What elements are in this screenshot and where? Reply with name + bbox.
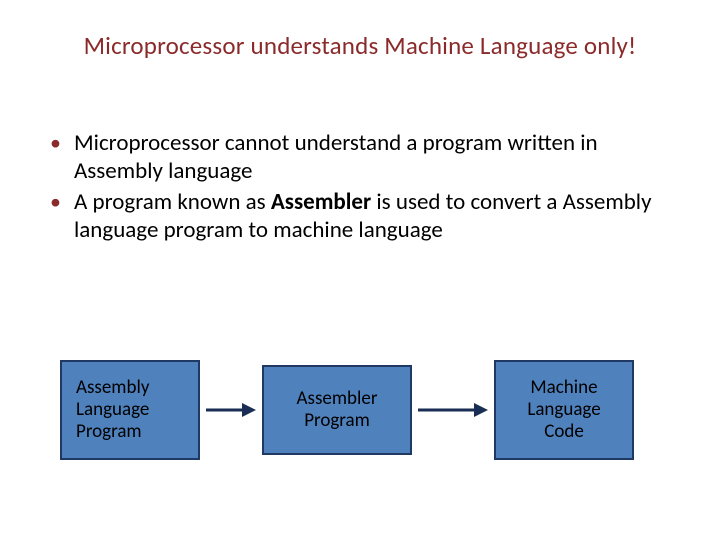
box-assembler-program: Assembler Program — [262, 365, 412, 455]
bullet-item-2: A program known as Assembler is used to … — [40, 189, 680, 244]
bullet-text-1: Microprocessor cannot understand a progr… — [74, 129, 598, 185]
arrow-icon — [206, 400, 256, 420]
box-label-1: Assembly Language Program — [76, 377, 184, 443]
bullet-text-2-pre: A program known as — [74, 188, 271, 216]
arrow-icon — [418, 400, 488, 420]
bullet-item-1: Microprocessor cannot understand a progr… — [40, 130, 680, 185]
bullet-text-2-bold: Assembler — [271, 188, 371, 216]
slide-title: Microprocessor understands Machine Langu… — [0, 30, 720, 61]
slide: Microprocessor understands Machine Langu… — [0, 0, 720, 540]
box-label-3: Machine Language Code — [506, 377, 622, 443]
flow-diagram: Assembly Language Program Assembler Prog… — [60, 350, 680, 470]
bullet-list: Microprocessor cannot understand a progr… — [40, 130, 680, 248]
box-assembly-language-program: Assembly Language Program — [60, 360, 200, 460]
box-label-2: Assembler Program — [274, 388, 400, 432]
box-machine-language-code: Machine Language Code — [494, 360, 634, 460]
